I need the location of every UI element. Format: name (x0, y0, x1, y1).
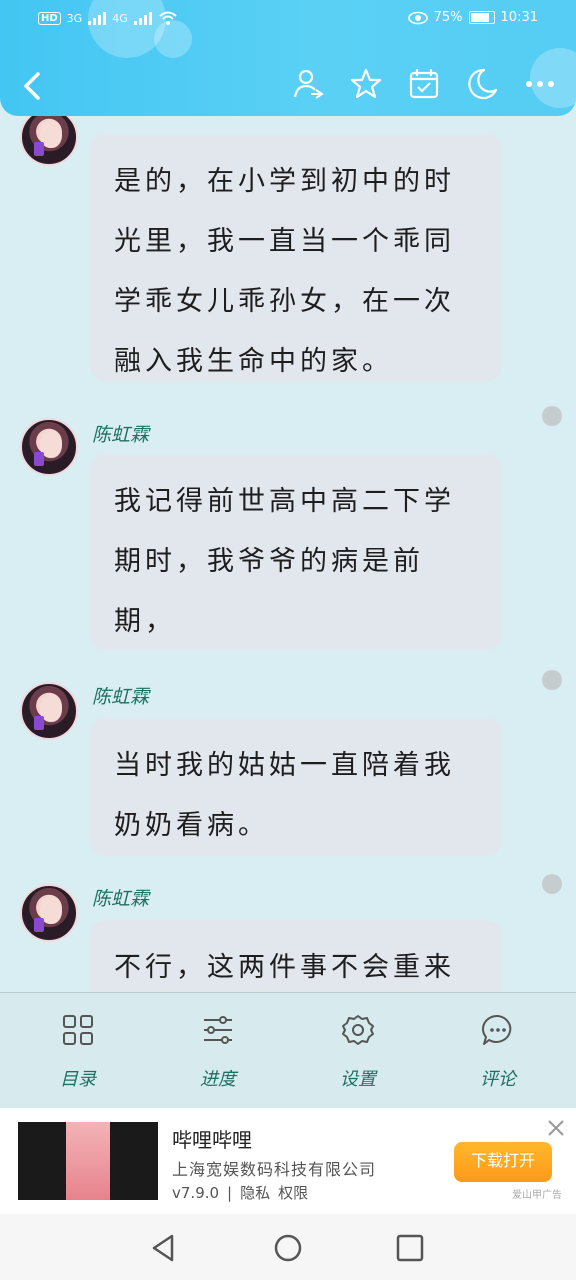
close-icon[interactable] (546, 1118, 566, 1138)
user-icon[interactable] (290, 66, 326, 102)
nav-recents-icon[interactable] (394, 1232, 426, 1264)
message-bubble: 当时我的姑姑一直陪着我奶奶看病。 (90, 718, 502, 856)
nav-home-icon[interactable] (272, 1232, 304, 1264)
wifi-icon (159, 11, 177, 25)
toolbar-catalog[interactable]: 目录 (28, 1013, 128, 1091)
calendar-icon[interactable] (406, 66, 442, 102)
status-dot (542, 874, 562, 894)
network-3g-label: 3G (66, 11, 83, 25)
hd-badge: HD (38, 11, 61, 25)
nav-back-icon[interactable] (148, 1232, 180, 1264)
status-bar-left: HD 3G 4G (38, 10, 178, 26)
sender-name: 陈虹霖 (92, 686, 150, 708)
status-dot (542, 670, 562, 690)
nav-row (0, 60, 576, 112)
back-icon[interactable] (18, 66, 48, 106)
eye-icon (407, 11, 428, 24)
clock: 10:31 (500, 10, 538, 25)
toolbar-label: 进度 (200, 1069, 236, 1090)
ad-version: v7.9.0 (172, 1184, 220, 1202)
signal-icon (133, 12, 152, 25)
message-bubble: 不行，这两件事不会重来 (90, 920, 502, 992)
more-icon[interactable] (522, 66, 558, 102)
toolbar-label: 目录 (60, 1069, 96, 1090)
sender-name: 陈虹霖 (92, 888, 150, 910)
message-bubble: 我记得前世高中高二下学期时，我爷爷的病是前期， (90, 454, 502, 650)
progress-icon (204, 1016, 232, 1044)
ad-source: 爱山甲广告 (512, 1190, 562, 1201)
ad-thumbnail[interactable] (18, 1122, 158, 1200)
toolbar-comment[interactable]: 评论 (448, 1013, 548, 1091)
download-open-button[interactable]: 下载打开 (454, 1142, 552, 1182)
toolbar-progress[interactable]: 进度 (168, 1013, 268, 1091)
chat-area[interactable]: 是的，在小学到初中的时光里，我一直当一个乖同学乖女儿乖孙女，在一次融入我生命中的… (0, 116, 576, 992)
avatar[interactable] (20, 884, 78, 942)
ad-privacy-link[interactable]: 隐私 (240, 1184, 270, 1202)
system-nav-bar (0, 1214, 576, 1280)
star-icon[interactable] (348, 66, 384, 102)
network-4g-label: 4G (112, 11, 128, 25)
ad-meta: v7.9.0 | 隐私 权限 (172, 1182, 316, 1203)
reader-toolbar: 目录 进度 设置 评论 (0, 992, 576, 1108)
comment-icon (482, 1014, 512, 1045)
message-bubble: 是的，在小学到初中的时光里，我一直当一个乖同学乖女儿乖孙女，在一次融入我生命中的… (90, 134, 502, 382)
status-dot (542, 406, 562, 426)
avatar[interactable] (20, 682, 78, 740)
status-bar-right: 75% 10:31 (407, 10, 538, 25)
battery-icon (468, 11, 495, 24)
battery-percent: 75% (433, 10, 463, 25)
avatar[interactable] (20, 116, 78, 166)
signal-icon (88, 12, 107, 25)
ad-title: 哔哩哔哩 (172, 1128, 252, 1152)
settings-icon (342, 1015, 374, 1045)
moon-icon[interactable] (464, 66, 500, 102)
toolbar-label: 设置 (340, 1069, 376, 1090)
ad-company: 上海宽娱数码科技有限公司 (172, 1160, 377, 1179)
decoration-bubble (88, 0, 166, 58)
sender-name: 陈虹霖 (92, 424, 150, 446)
avatar[interactable] (20, 418, 78, 476)
ad-permission-link[interactable]: 权限 (278, 1184, 308, 1202)
nav-actions (290, 66, 558, 102)
toolbar-label: 评论 (480, 1069, 516, 1090)
ad-banner[interactable]: 哔哩哔哩 上海宽娱数码科技有限公司 v7.9.0 | 隐私 权限 下载打开 爱山甲广告 (0, 1108, 576, 1214)
toolbar-settings[interactable]: 设置 (308, 1013, 408, 1091)
ad-meta-divider: | (227, 1184, 233, 1202)
catalog-icon (63, 1015, 93, 1045)
top-bar: HD 3G 4G 75% 10:31 (0, 0, 576, 116)
